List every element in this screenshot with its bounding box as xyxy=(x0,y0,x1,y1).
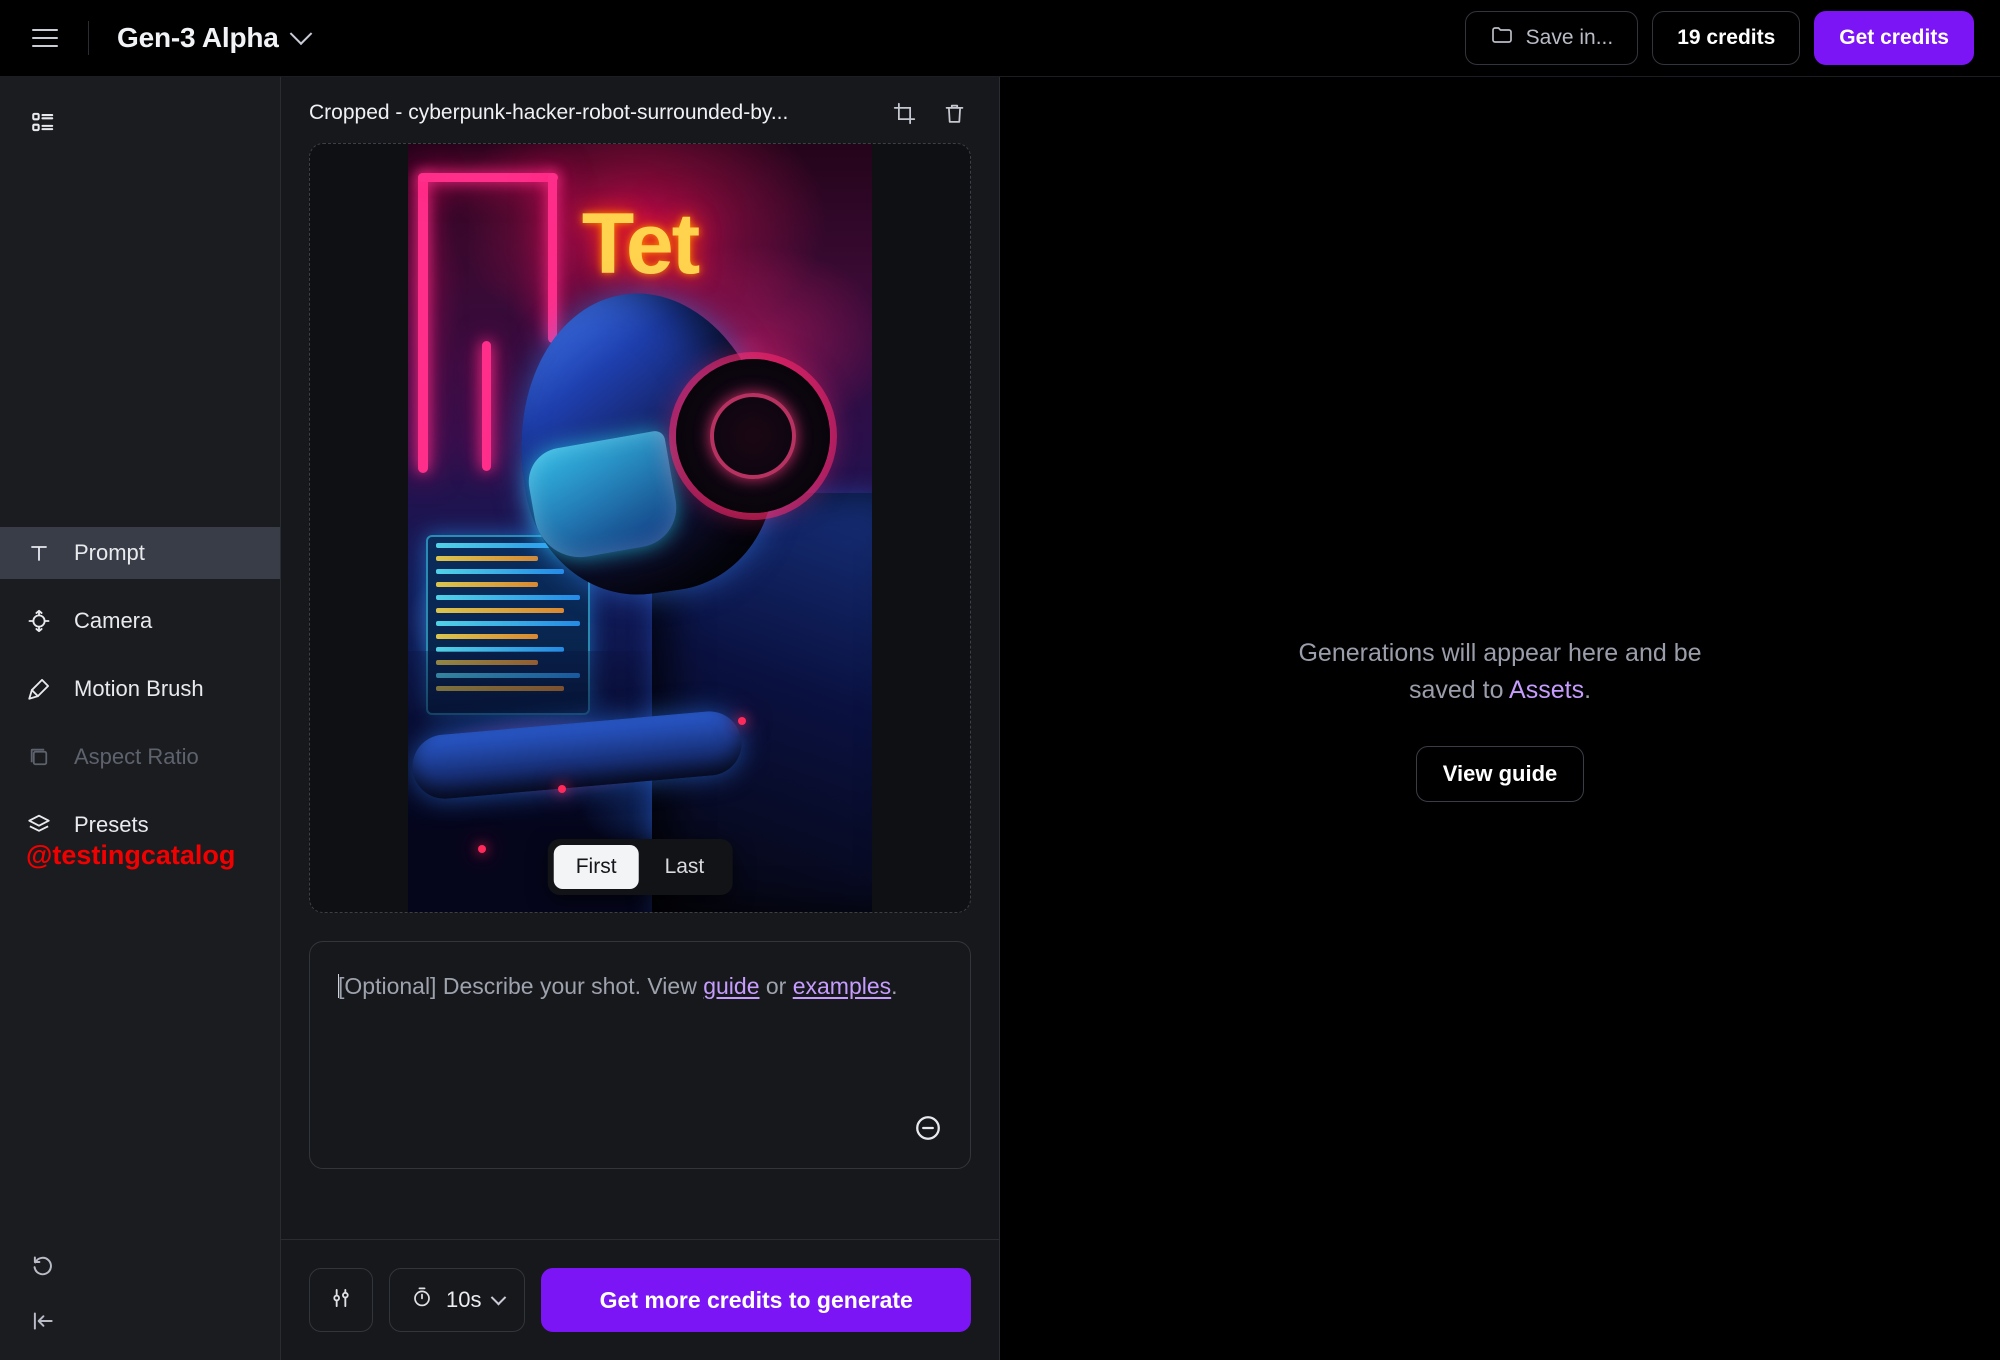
nav-spacer xyxy=(0,647,280,663)
camera-move-icon xyxy=(24,606,54,636)
art-glow xyxy=(558,785,566,793)
frame-toggle: First Last xyxy=(548,839,733,895)
asset-title: Cropped - cyberpunk-hacker-robot-surroun… xyxy=(309,101,871,125)
crop-icon[interactable] xyxy=(887,96,921,130)
topbar-actions: Save in... 19 credits Get credits xyxy=(1465,11,1974,65)
composer-scroll: Cropped - cyberpunk-hacker-robot-surroun… xyxy=(281,77,999,1239)
reference-image-frame[interactable]: Tet xyxy=(309,143,971,913)
art-glow xyxy=(478,845,486,853)
empty-state-pre: Generations will appear here and be save… xyxy=(1298,639,1701,703)
empty-state: Generations will appear here and be save… xyxy=(1265,635,1735,802)
top-bar: Gen-3 Alpha Save in... 19 credits Get cr… xyxy=(0,0,2000,77)
sidebar-item-motion-brush[interactable]: Motion Brush xyxy=(0,663,280,715)
model-selector[interactable]: Gen-3 Alpha xyxy=(117,22,309,54)
layers-icon xyxy=(24,810,54,840)
model-name: Gen-3 Alpha xyxy=(117,22,279,54)
nav-spacer xyxy=(0,783,280,799)
chevron-down-icon xyxy=(491,1289,507,1305)
composer-footer: 10s Get more credits to generate xyxy=(281,1239,999,1360)
prompt-examples-link[interactable]: examples xyxy=(793,973,891,999)
sidebar-item-label: Motion Brush xyxy=(74,676,204,702)
sidebar-item-camera[interactable]: Camera xyxy=(0,595,280,647)
prompt-guide-link[interactable]: guide xyxy=(703,973,759,999)
neon-tube xyxy=(482,341,491,471)
sidebar-bottom-actions xyxy=(22,1244,64,1342)
duration-value: 10s xyxy=(446,1287,481,1313)
sidebar-rail-top xyxy=(0,77,280,143)
credits-balance-button[interactable]: 19 credits xyxy=(1652,11,1800,65)
save-in-button[interactable]: Save in... xyxy=(1465,11,1639,65)
save-in-label: Save in... xyxy=(1526,26,1614,50)
undo-reset-icon[interactable] xyxy=(22,1244,64,1286)
chevron-down-icon xyxy=(289,22,312,45)
sidebar-item-prompt[interactable]: Prompt xyxy=(0,527,280,579)
generation-settings-button[interactable] xyxy=(309,1268,373,1332)
prompt-input-wrapper[interactable]: [Optional] Describe your shot. View guid… xyxy=(309,941,971,1169)
folder-icon xyxy=(1490,23,1514,53)
sidebar-item-aspect-ratio: Aspect Ratio xyxy=(0,731,280,783)
text-t-icon xyxy=(24,538,54,568)
frame-toggle-last[interactable]: Last xyxy=(643,845,727,889)
app-body: Prompt Camera xyxy=(0,77,2000,1360)
get-credits-button[interactable]: Get credits xyxy=(1814,11,1974,65)
toolbar-divider xyxy=(88,21,89,55)
duration-selector[interactable]: 10s xyxy=(389,1268,525,1332)
session-list-icon[interactable] xyxy=(22,101,64,143)
prompt-placeholder-mid: or xyxy=(759,973,792,999)
composer-panel: Cropped - cyberpunk-hacker-robot-surroun… xyxy=(281,77,1000,1360)
left-sidebar: Prompt Camera xyxy=(0,77,281,1360)
reference-image: Tet xyxy=(408,143,872,913)
neon-sign-text: Tet xyxy=(408,195,872,294)
art-robot-ear xyxy=(676,359,830,513)
prompt-placeholder-pre: [Optional] Describe your shot. View xyxy=(338,973,703,999)
sidebar-item-label: Aspect Ratio xyxy=(74,744,199,770)
generate-button[interactable]: Get more credits to generate xyxy=(541,1268,971,1332)
trash-icon[interactable] xyxy=(937,96,971,130)
sliders-icon xyxy=(328,1285,354,1316)
sidebar-item-label: Presets xyxy=(74,812,149,838)
empty-state-text: Generations will appear here and be save… xyxy=(1265,635,1735,708)
prompt-placeholder: [Optional] Describe your shot. View guid… xyxy=(338,970,942,1003)
asset-header: Cropped - cyberpunk-hacker-robot-surroun… xyxy=(309,77,971,139)
art-glow xyxy=(738,717,746,725)
tool-nav: Prompt Camera xyxy=(0,527,280,851)
reference-image-art: Tet xyxy=(408,143,872,913)
nav-spacer xyxy=(0,579,280,595)
aspect-ratio-icon xyxy=(24,742,54,772)
timer-icon xyxy=(410,1285,434,1315)
assets-link[interactable]: Assets xyxy=(1509,676,1584,704)
nav-spacer xyxy=(0,715,280,731)
neon-tube xyxy=(418,173,558,182)
view-guide-button[interactable]: View guide xyxy=(1416,746,1584,802)
empty-state-post: . xyxy=(1584,676,1591,704)
sidebar-item-label: Camera xyxy=(74,608,152,634)
app-root: Gen-3 Alpha Save in... 19 credits Get cr… xyxy=(0,0,2000,1360)
brush-icon xyxy=(24,674,54,704)
output-panel: Generations will appear here and be save… xyxy=(1000,77,2000,1360)
minus-circle-icon[interactable] xyxy=(904,1104,952,1152)
hamburger-icon[interactable] xyxy=(28,21,62,55)
prompt-placeholder-post: . xyxy=(891,973,897,999)
frame-toggle-first[interactable]: First xyxy=(554,845,639,889)
sidebar-item-presets[interactable]: Presets xyxy=(0,799,280,851)
collapse-panel-icon[interactable] xyxy=(22,1300,64,1342)
sidebar-item-label: Prompt xyxy=(74,540,145,566)
